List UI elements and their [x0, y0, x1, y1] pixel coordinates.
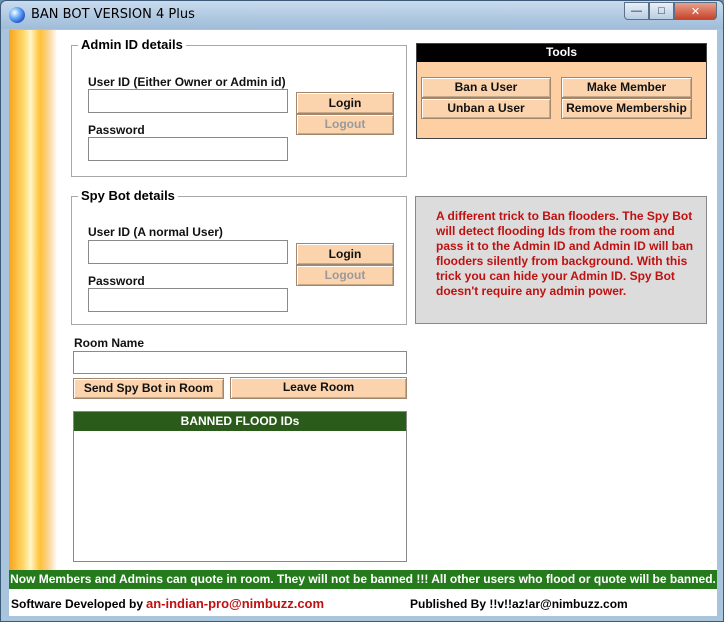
send-spybot-button[interactable]: Send Spy Bot in Room: [73, 378, 224, 399]
tools-panel: Tools Ban a User Unban a User Make Membe…: [416, 43, 707, 139]
admin-group-title: Admin ID details: [78, 37, 186, 52]
developer-email: an-indian-pro@nimbuzz.com: [146, 596, 325, 611]
admin-userid-label: User ID (Either Owner or Admin id): [88, 75, 286, 89]
admin-logout-button[interactable]: Logout: [296, 114, 394, 135]
admin-login-button[interactable]: Login: [296, 92, 394, 114]
flame-decoration: [9, 30, 57, 570]
spybot-group-title: Spy Bot details: [78, 188, 178, 203]
admin-password-input[interactable]: [88, 137, 288, 161]
tools-title: Tools: [417, 44, 706, 62]
room-name-label: Room Name: [74, 336, 145, 350]
notice-bar: Now Members and Admins can quote in room…: [9, 570, 717, 589]
spy-logout-button[interactable]: Logout: [296, 265, 394, 286]
info-box: A different trick to Ban flooders. The S…: [415, 196, 707, 324]
spy-userid-input[interactable]: [88, 240, 288, 264]
app-window: BAN BOT VERSION 4 Plus — □ ✕ Admin ID de…: [0, 0, 724, 622]
spy-password-input[interactable]: [88, 288, 288, 312]
make-member-button[interactable]: Make Member: [561, 77, 692, 98]
spy-userid-label: User ID (A normal User): [88, 225, 223, 239]
footer: Software Developed by an-indian-pro@nimb…: [9, 589, 717, 616]
developed-by-label: Software Developed by: [11, 597, 144, 611]
leave-room-button[interactable]: Leave Room: [230, 377, 407, 399]
close-button[interactable]: ✕: [674, 2, 717, 20]
unban-user-button[interactable]: Unban a User: [421, 98, 551, 119]
globe-icon: [9, 7, 25, 23]
maximize-button[interactable]: □: [649, 2, 674, 20]
window-controls: — □ ✕: [624, 2, 717, 21]
client-area: Admin ID details User ID (Either Owner o…: [9, 30, 717, 616]
admin-password-label: Password: [88, 123, 145, 137]
banned-list-header: BANNED FLOOD IDs: [74, 412, 406, 431]
ban-user-button[interactable]: Ban a User: [421, 77, 551, 98]
spy-password-label: Password: [88, 274, 145, 288]
room-name-input[interactable]: [73, 351, 407, 374]
spy-login-button[interactable]: Login: [296, 243, 394, 265]
title-bar[interactable]: BAN BOT VERSION 4 Plus — □ ✕: [1, 1, 723, 29]
minimize-button[interactable]: —: [624, 2, 649, 20]
admin-userid-input[interactable]: [88, 89, 288, 113]
remove-membership-button[interactable]: Remove Membership: [561, 98, 692, 119]
window-title: BAN BOT VERSION 4 Plus: [31, 7, 195, 22]
banned-list[interactable]: BANNED FLOOD IDs: [73, 411, 407, 562]
published-by-label: Published By !!v!!az!ar@nimbuzz.com: [410, 597, 628, 611]
